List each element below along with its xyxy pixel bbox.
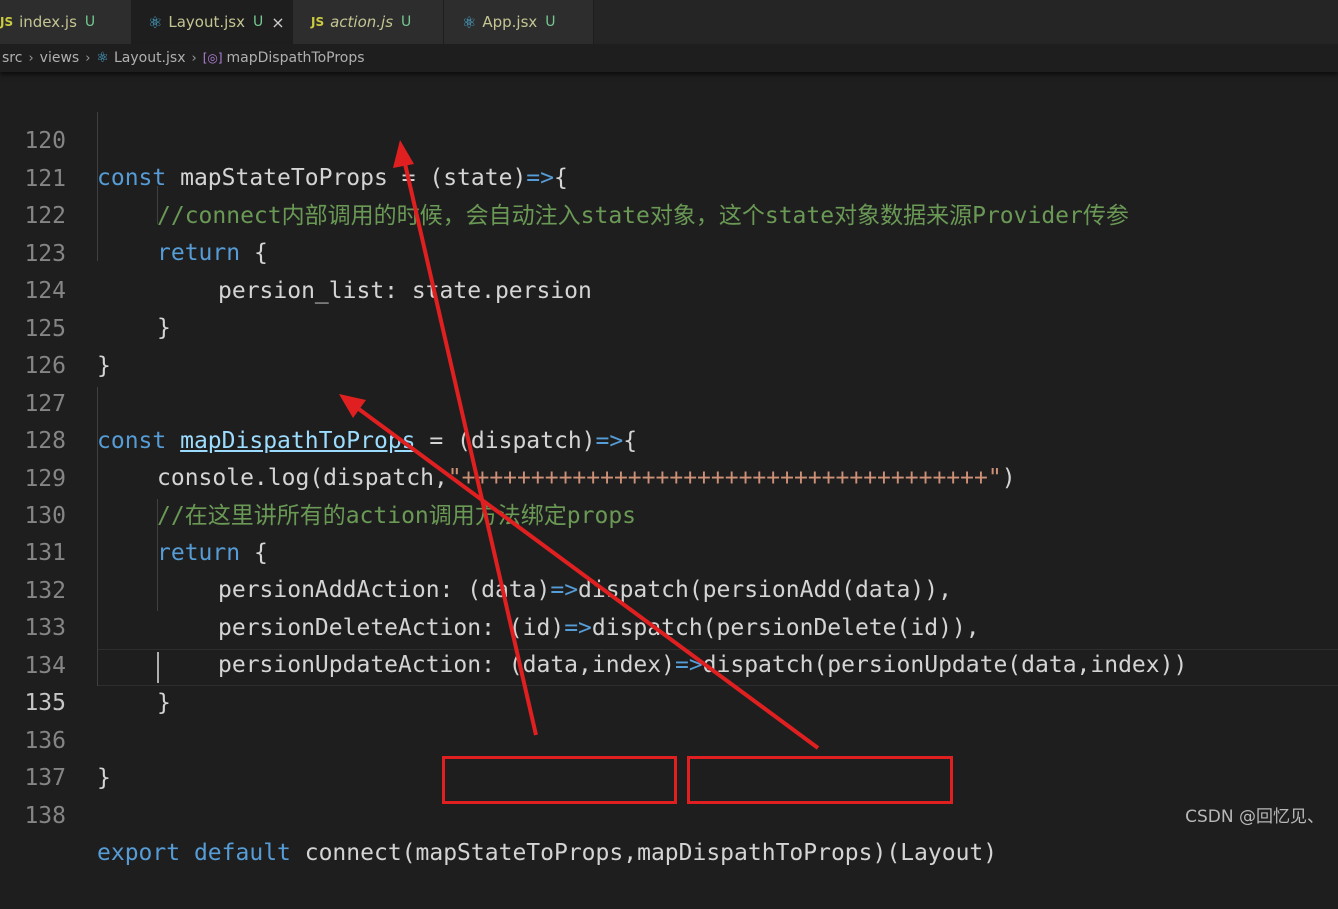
line-code: return { — [157, 240, 268, 266]
line-code: persionUpdateAction: (data,index)=>dispa… — [218, 652, 1188, 678]
tab-layout-jsx[interactable]: ⚛ Layout.jsx U × — [132, 0, 293, 44]
tab-label: action.js — [330, 13, 394, 31]
line-code: persionAddAction: (data)=>dispatch(persi… — [218, 577, 952, 603]
untracked-status-badge: U — [401, 14, 412, 30]
javascript-file-icon: JS — [311, 15, 325, 29]
line-number: 138 — [24, 803, 66, 829]
breadcrumb-item-file[interactable]: Layout.jsx — [114, 50, 186, 66]
code-line: 136 } — [0, 686, 110, 791]
breadcrumb: src › views › ⚛ Layout.jsx › [◎] mapDisp… — [0, 44, 1338, 72]
code-line: 128 console.log(dispatch,"++++++++++++++… — [0, 386, 1015, 491]
code-line: 121 //connect内部调用的时候，会自动注入state对象，这个stat… — [0, 124, 1128, 229]
code-line: 125 } — [0, 274, 110, 379]
tab-index-js[interactable]: JS index.js U — [0, 0, 132, 44]
code-line: 138 export default connect(mapStateToPro… — [0, 761, 997, 866]
text-cursor — [157, 652, 159, 683]
code-line: 131 persionAddAction: (data)=>dispatch(p… — [0, 498, 951, 603]
annotation-box-mapdispathtoprops — [687, 756, 953, 804]
editor-tab-bar: JS index.js U ⚛ Layout.jsx U × JS action… — [0, 0, 1338, 44]
code-editor[interactable]: 120 const mapStateToProps = (state)=>{ 1… — [0, 74, 1338, 866]
line-code: const mapStateToProps = (state)=>{ — [97, 165, 568, 191]
untracked-status-badge: U — [84, 14, 96, 30]
line-code: } — [97, 765, 111, 791]
tab-action-js[interactable]: JS action.js U — [293, 0, 444, 44]
javascript-file-icon: JS — [0, 15, 14, 29]
code-line: 123 persion_list: state.persion — [0, 199, 591, 304]
chevron-right-icon: › — [28, 50, 34, 66]
code-line: 120 const mapStateToProps = (state)=>{ — [0, 86, 567, 191]
untracked-status-badge: U — [545, 14, 556, 30]
code-line: 122 return { — [0, 161, 267, 266]
code-line-current: 135 — [0, 648, 66, 716]
close-icon[interactable]: × — [271, 13, 284, 32]
line-code: console.log(dispatch,"++++++++++++++++++… — [157, 465, 1016, 491]
tab-app-jsx[interactable]: ⚛ App.jsx U — [444, 0, 594, 44]
chevron-right-icon: › — [191, 50, 197, 66]
line-code: export default connect(mapStateToProps,m… — [97, 840, 998, 866]
symbol-variable-icon: [◎] — [202, 51, 223, 65]
breadcrumb-item-views[interactable]: views — [40, 50, 80, 66]
code-line: 127 const mapDispathToProps = (dispatch)… — [0, 349, 637, 454]
react-file-icon: ⚛ — [96, 50, 109, 66]
react-file-icon: ⚛ — [148, 12, 163, 32]
line-code: persionDeleteAction: (id)=>dispatch(pers… — [218, 615, 980, 641]
chevron-right-icon: › — [85, 50, 91, 66]
code-line: 134 } — [0, 611, 170, 716]
tab-label: App.jsx — [482, 13, 538, 31]
line-code: } — [157, 690, 171, 716]
untracked-status-badge: U — [252, 14, 264, 30]
code-line: 124 } — [0, 236, 170, 341]
code-line: 137 — [0, 723, 66, 791]
line-code: //connect内部调用的时候，会自动注入state对象，这个state对象数… — [157, 203, 1129, 229]
tab-label: Layout.jsx — [168, 13, 245, 31]
code-line: 129 //在这里讲所有的action调用方法绑定props — [0, 424, 636, 529]
tab-label: index.js — [19, 13, 77, 31]
breadcrumb-item-src[interactable]: src — [2, 50, 22, 66]
watermark-text: CSDN @回忆见、 — [1185, 807, 1324, 827]
line-code: persion_list: state.persion — [218, 278, 592, 304]
line-code: return { — [157, 540, 268, 566]
code-line: 133 persionUpdateAction: (data,index)=>d… — [0, 573, 1187, 678]
react-file-icon: ⚛ — [462, 12, 477, 32]
code-line: 130 return { — [0, 461, 267, 566]
line-code: } — [157, 315, 171, 341]
code-line: 126 — [0, 311, 66, 379]
line-code: //在这里讲所有的action调用方法绑定props — [157, 503, 637, 529]
annotation-box-mapstatetoprops — [442, 756, 677, 804]
line-code: } — [97, 353, 111, 379]
breadcrumb-item-symbol[interactable]: mapDispathToProps — [227, 50, 365, 66]
code-line: 132 persionDeleteAction: (id)=>dispatch(… — [0, 536, 979, 641]
line-code: const mapDispathToProps = (dispatch)=>{ — [97, 428, 638, 454]
